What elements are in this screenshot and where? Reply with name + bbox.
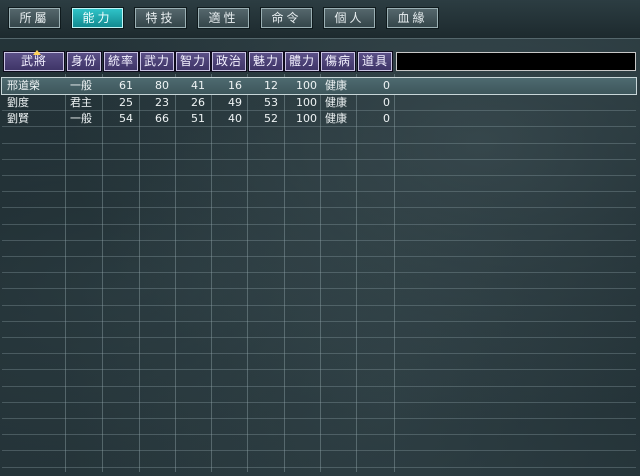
grid-line <box>2 321 636 322</box>
officer-list-screen: 所屬 能力 特技 適性 命令 個人 血緣 武將 身份 統率 武力 智力 政治 魅… <box>0 0 640 476</box>
grid-line <box>175 74 176 472</box>
grid-line <box>284 74 285 472</box>
cell-politics: 16 <box>228 79 242 92</box>
column-header-war[interactable]: 武力 <box>139 51 175 72</box>
cell-leadership: 61 <box>119 79 133 92</box>
tab-command[interactable]: 命令 <box>260 7 313 29</box>
grid-line <box>2 256 636 257</box>
tab-affiliation[interactable]: 所屬 <box>8 7 61 29</box>
column-header-injury[interactable]: 傷病 <box>320 51 356 72</box>
grid-line <box>2 288 636 289</box>
cell-charisma: 53 <box>264 96 278 109</box>
column-header-items[interactable]: 道具 <box>357 51 393 72</box>
cell-name: 邢道榮 <box>7 79 40 92</box>
column-header-charisma[interactable]: 魅力 <box>248 51 284 72</box>
column-header-officer[interactable]: 武將 <box>3 50 65 72</box>
grid-line <box>247 74 248 472</box>
grid-line <box>2 337 636 338</box>
grid-line <box>102 74 103 472</box>
cell-name: 劉度 <box>7 96 29 109</box>
cell-leadership: 54 <box>119 112 133 125</box>
cell-items: 0 <box>383 112 390 125</box>
grid-line <box>2 240 636 241</box>
grid-line <box>2 450 636 451</box>
cell-war: 80 <box>155 79 169 92</box>
column-header-status[interactable]: 身份 <box>66 51 102 72</box>
grid-line <box>2 402 636 403</box>
column-header-politics[interactable]: 政治 <box>211 51 247 72</box>
cell-items: 0 <box>383 79 390 92</box>
cell-name: 劉賢 <box>7 112 29 125</box>
column-header-blank <box>396 52 636 71</box>
sort-indicator-icon <box>33 50 41 55</box>
cell-politics: 40 <box>228 112 242 125</box>
tab-skills[interactable]: 特技 <box>134 7 187 29</box>
grid-line <box>2 175 636 176</box>
grid-line <box>394 74 395 472</box>
grid-line <box>2 369 636 370</box>
column-header-leadership[interactable]: 統率 <box>103 51 139 72</box>
tab-aptitude[interactable]: 適性 <box>197 7 250 29</box>
grid-line <box>2 418 636 419</box>
category-tabs: 所屬 能力 特技 適性 命令 個人 血緣 <box>8 7 450 29</box>
grid-line <box>2 159 636 160</box>
grid-line <box>2 353 636 354</box>
column-header-stamina[interactable]: 體力 <box>284 51 320 72</box>
table-row[interactable]: 邢道榮 一般 61 80 41 16 12 100 健康 0 <box>1 77 637 95</box>
grid-line <box>139 74 140 472</box>
grid-line <box>2 191 636 192</box>
table-row[interactable]: 劉度 君主 25 23 26 49 53 100 健康 0 <box>2 95 636 111</box>
cell-stamina: 100 <box>296 96 317 109</box>
cell-stamina: 100 <box>296 79 317 92</box>
grid-line <box>2 224 636 225</box>
cell-items: 0 <box>383 96 390 109</box>
cell-health: 健康 <box>325 96 347 109</box>
cell-war: 23 <box>155 96 169 109</box>
cell-intelligence: 51 <box>191 112 205 125</box>
grid-line <box>2 207 636 208</box>
cell-war: 66 <box>155 112 169 125</box>
grid-line <box>2 272 636 273</box>
cell-charisma: 52 <box>264 112 278 125</box>
cell-health: 健康 <box>325 112 347 125</box>
cell-status: 一般 <box>70 112 92 125</box>
cell-leadership: 25 <box>119 96 133 109</box>
cell-politics: 49 <box>228 96 242 109</box>
tab-bloodline[interactable]: 血緣 <box>386 7 439 29</box>
grid-line <box>2 143 636 144</box>
cell-intelligence: 26 <box>191 96 205 109</box>
grid-line <box>65 74 66 472</box>
cell-status: 一般 <box>70 79 92 92</box>
cell-status: 君主 <box>70 96 92 109</box>
grid-line <box>2 386 636 387</box>
table-row[interactable]: 劉賢 一般 54 66 51 40 52 100 健康 0 <box>2 111 636 127</box>
grid-line <box>320 74 321 472</box>
tab-ability[interactable]: 能力 <box>71 7 124 29</box>
grid-line <box>211 74 212 472</box>
grid-line <box>2 305 636 306</box>
officer-table: 武將 身份 統率 武力 智力 政治 魅力 體力 傷病 道具 邢道榮 一般 61 … <box>1 50 638 472</box>
grid-line <box>2 467 636 468</box>
grid-line <box>2 434 636 435</box>
cell-intelligence: 41 <box>191 79 205 92</box>
cell-charisma: 12 <box>264 79 278 92</box>
column-header-intelligence[interactable]: 智力 <box>175 51 211 72</box>
tab-personal[interactable]: 個人 <box>323 7 376 29</box>
grid-line <box>356 74 357 472</box>
column-header-label: 武將 <box>20 54 47 68</box>
cell-health: 健康 <box>325 79 347 92</box>
cell-stamina: 100 <box>296 112 317 125</box>
category-tab-bar: 所屬 能力 特技 適性 命令 個人 血緣 <box>0 0 640 39</box>
